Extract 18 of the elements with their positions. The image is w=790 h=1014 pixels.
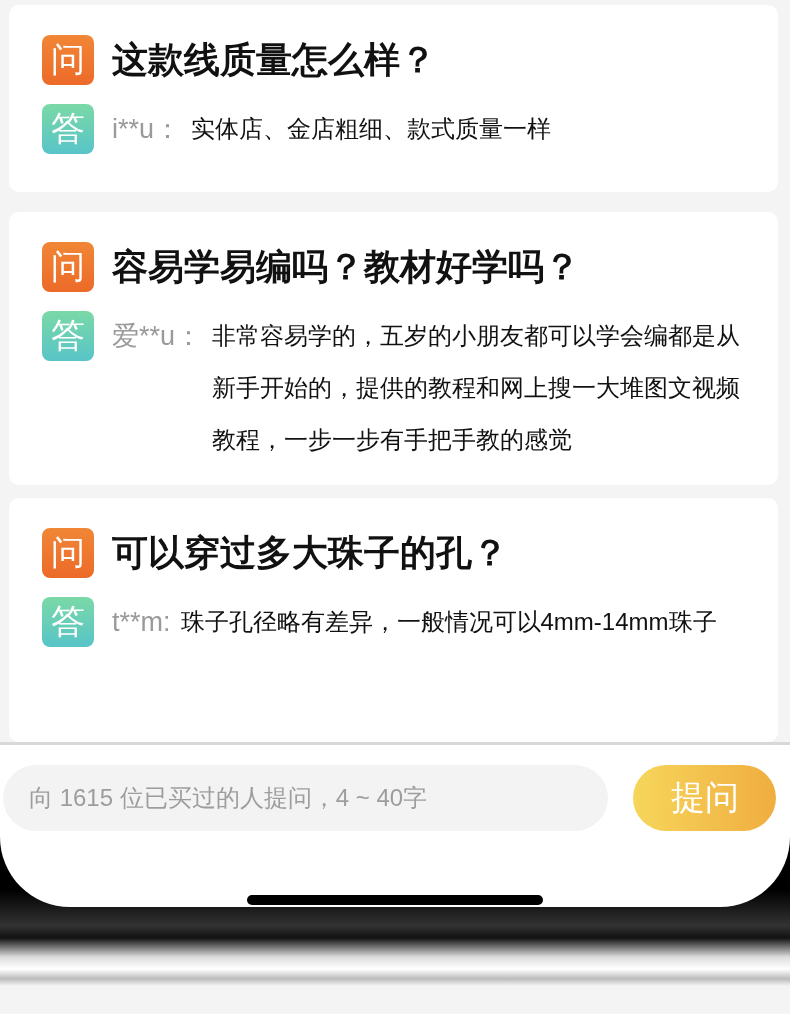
answer-text: 珠子孔径略有差异，一般情况可以4mm-14mm珠子 (180, 607, 718, 637)
question-badge: 问 (42, 35, 94, 85)
answer-user: i**u： (112, 113, 182, 146)
answer-badge: 答 (42, 311, 94, 361)
answer-user: t**m: (112, 606, 171, 639)
question-input[interactable]: 向 1615 位已买过的人提问，4 ~ 40字 (3, 765, 608, 831)
question-text: 这款线质量怎么样？ (112, 37, 436, 82)
question-badge: 问 (42, 242, 94, 292)
question-text: 可以穿过多大珠子的孔？ (112, 530, 508, 575)
answer-badge: 答 (42, 597, 94, 647)
answer-user: 爱**u： (112, 320, 203, 353)
home-indicator[interactable] (247, 895, 543, 905)
answer-badge: 答 (42, 104, 94, 154)
ask-button[interactable]: 提问 (633, 765, 776, 831)
answer-text: 非常容易学的，五岁的小朋友都可以学会编都是从新手开始的，提供的教程和网上搜一大堆图文视频教程，一步一步有手把手教的感觉 (212, 321, 742, 455)
answer-text: 实体店、金店粗细、款式质量一样 (191, 114, 553, 144)
question-text: 容易学易编吗？教材好学吗？ (112, 244, 580, 289)
question-badge: 问 (42, 528, 94, 578)
